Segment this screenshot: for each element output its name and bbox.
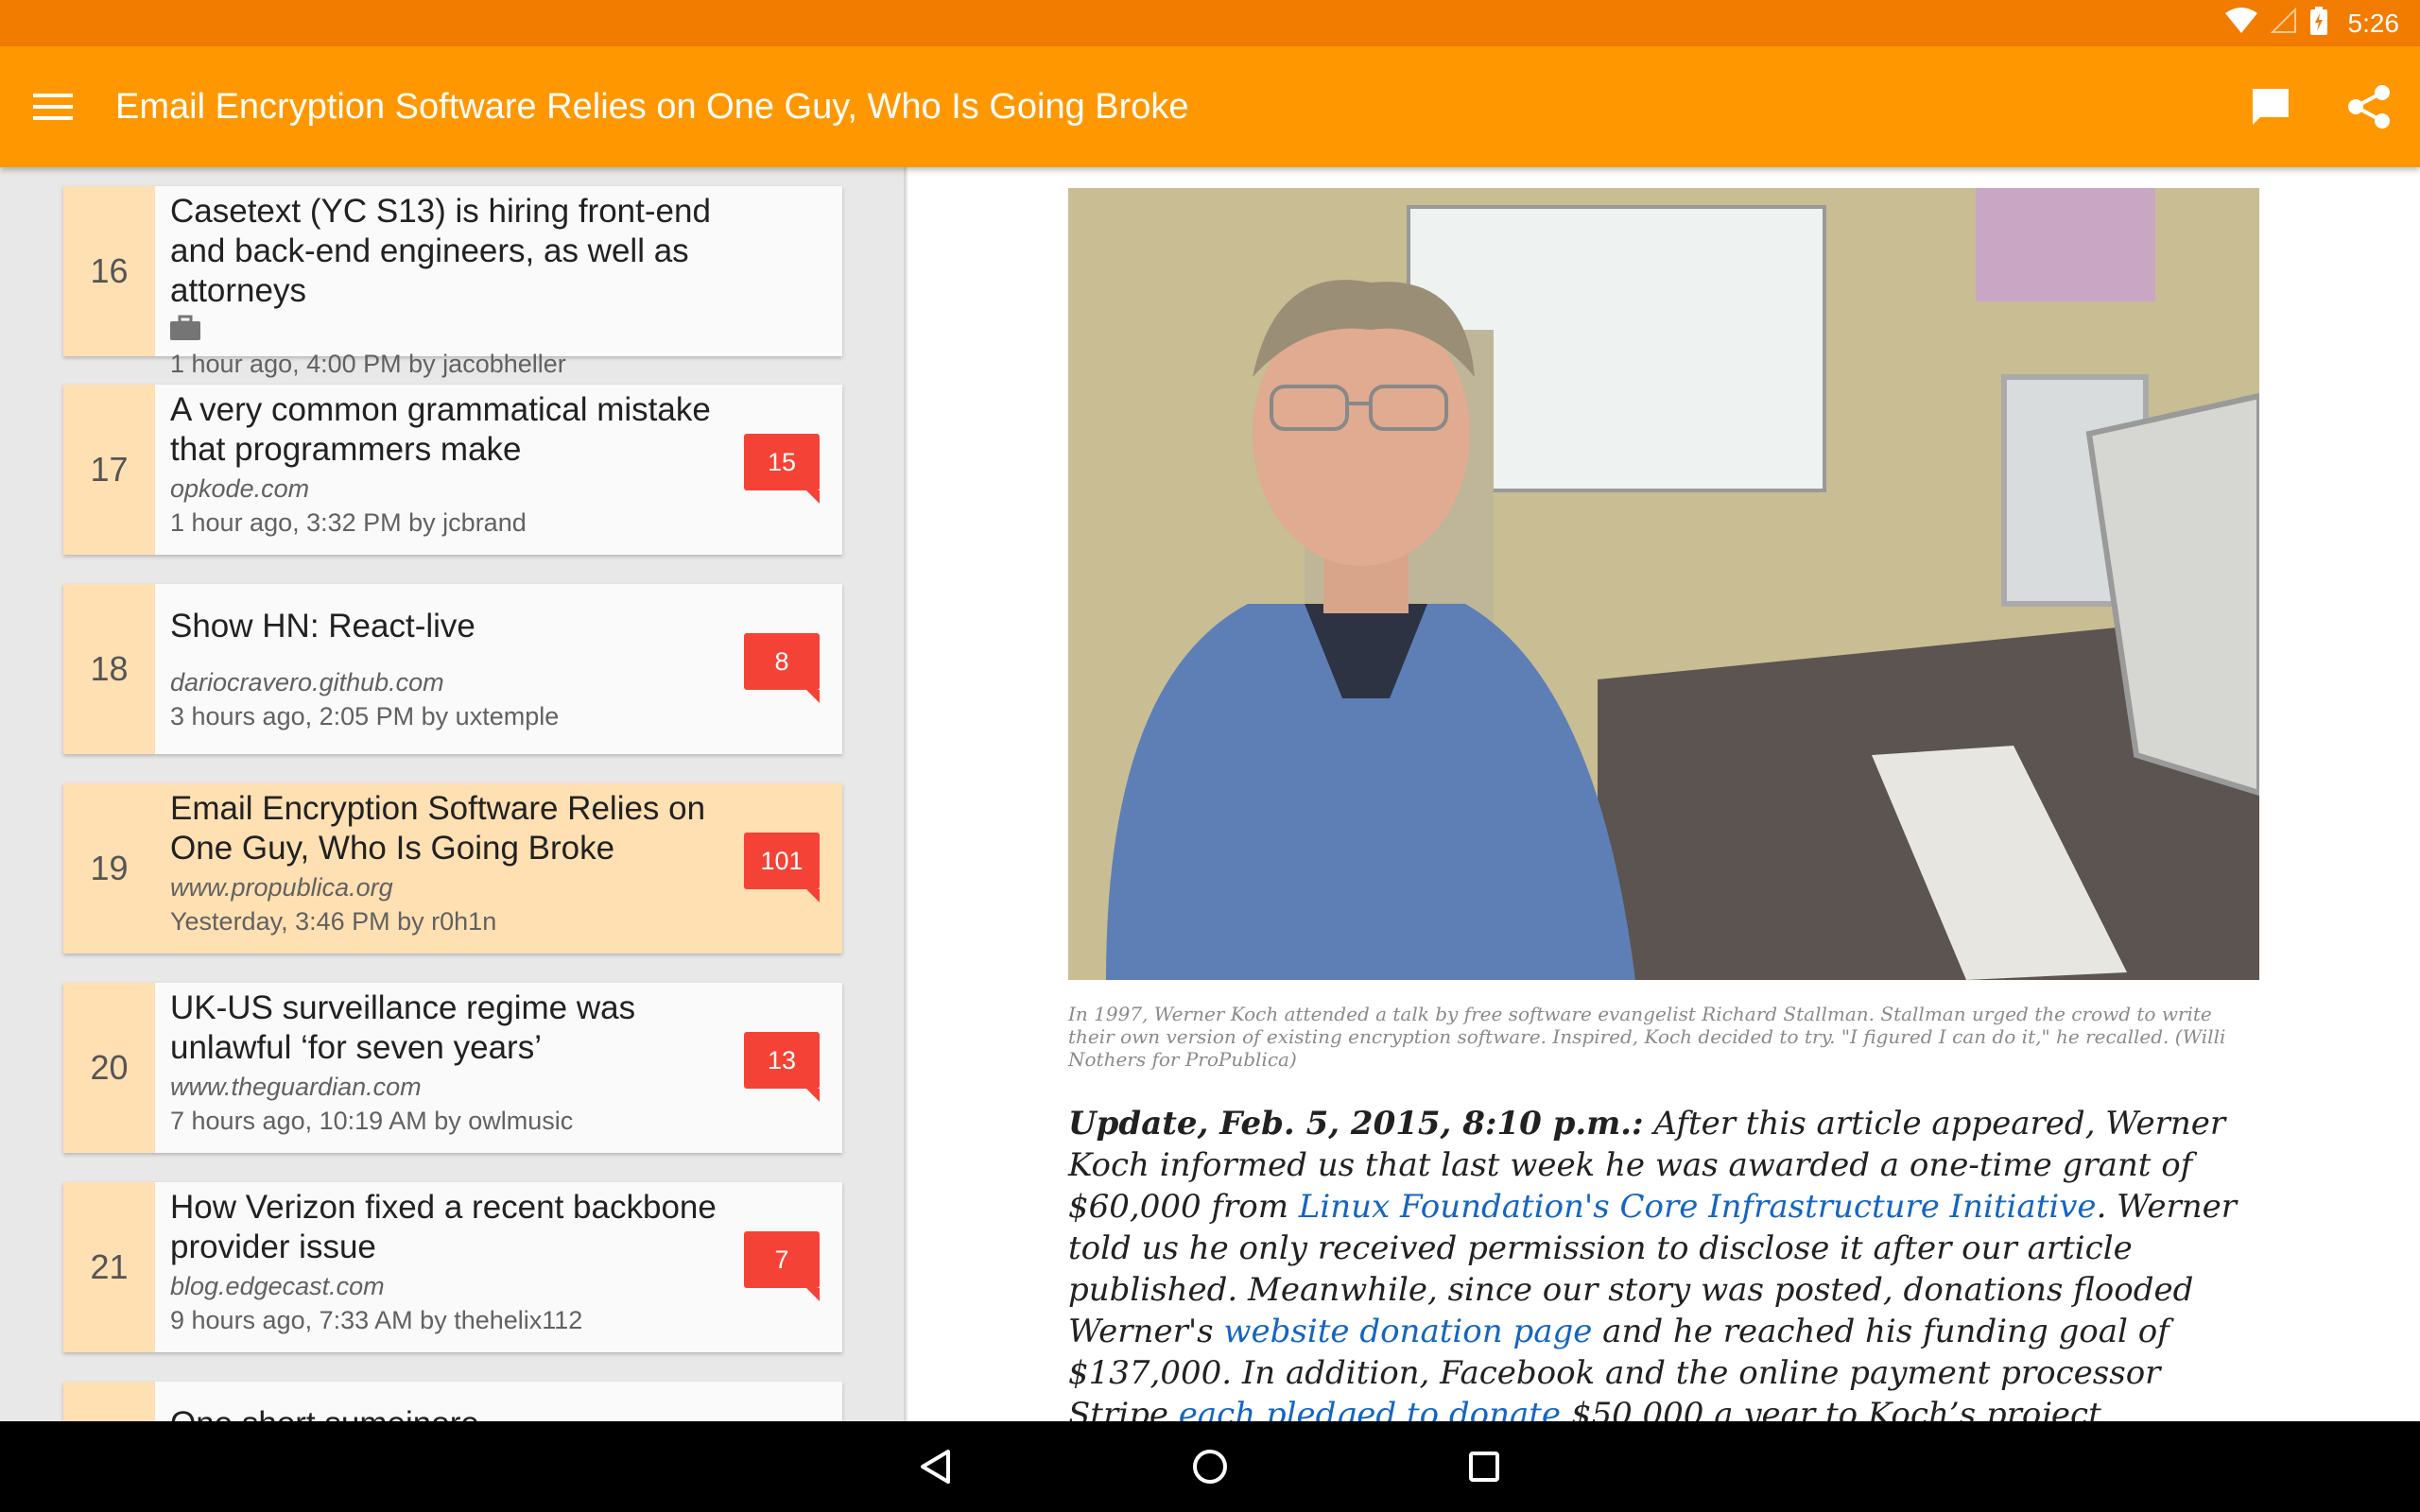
story-card-19[interactable]: 19 Email Encryption Software Relies on O… xyxy=(63,783,842,954)
story-domain: www.theguardian.com xyxy=(170,1073,422,1101)
status-bar: 5:26 xyxy=(0,0,2420,46)
photo-caption: In 1997, Werner Koch attended a talk by … xyxy=(1068,1003,2226,1071)
story-meta: 3 hours ago, 2:05 PM by uxtemple xyxy=(170,702,560,730)
story-title: Email Encryption Software Relies on One … xyxy=(170,790,706,867)
story-title: Show HN: React-live xyxy=(170,608,475,644)
cell-signal-icon xyxy=(2270,7,2297,39)
comment-count-badge[interactable]: 8 xyxy=(744,633,820,703)
story-title: How Verizon fixed a recent backbone prov… xyxy=(170,1189,717,1265)
story-card-18[interactable]: 18 Show HN: React-live dariocravero.gith… xyxy=(63,584,842,754)
wifi-icon xyxy=(2224,8,2257,39)
comment-count-badge[interactable]: 15 xyxy=(744,434,820,504)
hamburger-menu-icon[interactable] xyxy=(26,80,79,133)
status-time: 5:26 xyxy=(2347,8,2400,38)
navigation-bar xyxy=(0,1421,2420,1512)
story-domain: opkode.com xyxy=(170,474,310,503)
page-title: Email Encryption Software Relies on One … xyxy=(115,86,1189,127)
recents-icon[interactable] xyxy=(1442,1424,1527,1509)
comment-count-badge[interactable]: 101 xyxy=(744,833,820,902)
story-domain: www.propublica.org xyxy=(170,873,393,902)
briefcase-icon xyxy=(170,315,827,347)
article-pane[interactable]: In 1997, Werner Koch attended a talk by … xyxy=(908,167,2420,1421)
story-rank: 20 xyxy=(63,983,155,1153)
story-card-partial[interactable]: One short sumeinore xyxy=(63,1382,842,1421)
article-body: Update, Feb. 5, 2015, 8:10 p.m.: After t… xyxy=(1068,1103,2269,1421)
app-bar: Email Encryption Software Relies on One … xyxy=(0,46,2420,167)
story-meta: Yesterday, 3:46 PM by r0h1n xyxy=(170,907,497,936)
article-text-4: $50,000 a year to Koch’s project. xyxy=(1561,1396,2112,1421)
link-linux-foundation[interactable]: Linux Foundation's Core Infrastructure I… xyxy=(1299,1188,2097,1226)
story-rank: 16 xyxy=(63,186,155,356)
story-card-21[interactable]: 21 How Verizon fixed a recent backbone p… xyxy=(63,1182,842,1352)
story-rank: 19 xyxy=(63,783,155,954)
story-meta: 1 hour ago, 3:32 PM by jcbrand xyxy=(170,508,527,537)
share-icon[interactable] xyxy=(2339,77,2399,137)
story-meta: 9 hours ago, 7:33 AM by thehelix112 xyxy=(170,1306,583,1334)
story-rank xyxy=(63,1382,155,1421)
story-card-17[interactable]: 17 A very common grammatical mistake tha… xyxy=(63,385,842,555)
story-domain: blog.edgecast.com xyxy=(170,1272,385,1300)
comments-icon[interactable] xyxy=(2240,77,2301,137)
story-title: One short sumeinore xyxy=(170,1404,737,1421)
comment-count-badge[interactable]: 7 xyxy=(744,1231,820,1301)
link-pledged-to-donate[interactable]: each pledged to donate xyxy=(1179,1396,1561,1421)
article-photo xyxy=(1068,188,2259,980)
story-card-20[interactable]: 20 UK-US surveillance regime was unlawfu… xyxy=(63,983,842,1153)
story-meta: 1 hour ago, 4:00 PM by jacobheller xyxy=(170,350,566,378)
story-rank: 17 xyxy=(63,385,155,555)
update-label: Update, Feb. 5, 2015, 8:10 p.m.: xyxy=(1068,1105,1644,1143)
home-icon[interactable] xyxy=(1167,1424,1253,1509)
story-rank: 18 xyxy=(63,584,155,754)
link-donation-page[interactable]: website donation page xyxy=(1223,1313,1592,1350)
story-title: Casetext (YC S13) is hiring front-end an… xyxy=(170,193,711,309)
comment-count-badge[interactable]: 13 xyxy=(744,1032,820,1102)
story-rank: 21 xyxy=(63,1182,155,1352)
story-meta: 7 hours ago, 10:19 AM by owlmusic xyxy=(170,1107,574,1135)
story-title: UK-US surveillance regime was unlawful ‘… xyxy=(170,989,636,1066)
story-list[interactable]: 16 Casetext (YC S13) is hiring front-end… xyxy=(0,167,906,1421)
story-card-16[interactable]: 16 Casetext (YC S13) is hiring front-end… xyxy=(63,186,842,378)
back-icon[interactable] xyxy=(893,1424,978,1509)
battery-charging-icon xyxy=(2309,7,2327,40)
story-title: A very common grammatical mistake that p… xyxy=(170,391,711,468)
story-domain: dariocravero.github.com xyxy=(170,668,444,696)
